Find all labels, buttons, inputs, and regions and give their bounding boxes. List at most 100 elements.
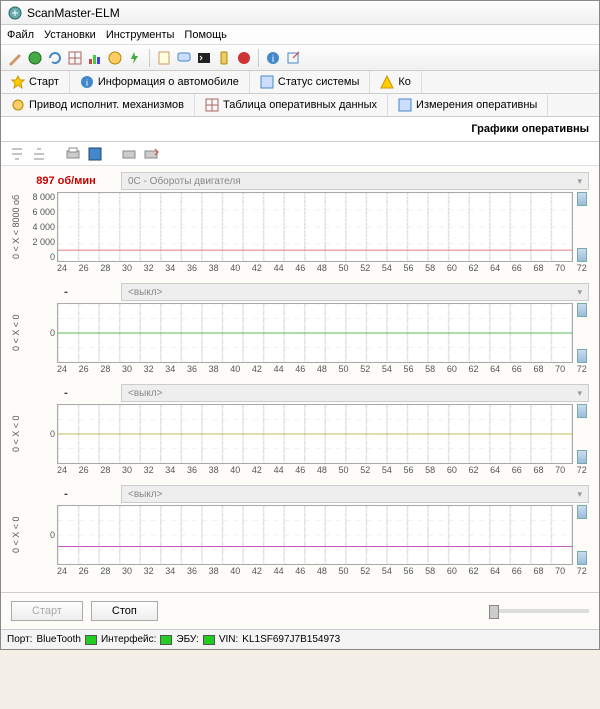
tab-start[interactable]: Старт [1,71,70,93]
gauge-icon[interactable] [107,50,123,66]
app-logo-icon [7,5,23,21]
chart-value: 897 об/мин [11,175,121,187]
menu-help[interactable]: Помощь [184,29,227,41]
tab-info[interactable]: iИнформация о автомобиле [70,71,250,93]
vin-value: KL1SF697J7B154973 [242,634,340,645]
chart-toolbar [1,142,599,166]
stop-button[interactable]: Стоп [91,601,158,621]
chart-xticks: 2426283032343638404244464850525456586062… [11,262,589,273]
time-slider[interactable] [489,609,589,613]
menubar: Файл Установки Инструменты Помощь [1,25,599,45]
info-small-icon: i [80,75,94,89]
star-icon [11,75,25,89]
scale-min-slider[interactable] [577,450,587,464]
statusbar: Порт: BlueTooth Интерфейс: ЭБУ: VIN: KL1… [1,629,599,649]
chart-plot [57,303,573,363]
info-icon[interactable]: i [265,50,281,66]
vin-label: VIN: [219,634,238,645]
svg-text:i: i [272,54,274,65]
device-icon[interactable] [216,50,232,66]
chart-2: -<выкл> 0 < X < 0024262830323436384042444… [11,384,589,475]
collapse-icon[interactable] [9,146,25,162]
chart-ylabel: 0 < X < 0 [11,404,25,464]
app-window: ScanMaster-ELM Файл Установки Инструмент… [0,0,600,650]
ecu-label: ЭБУ: [176,634,198,645]
warning-icon [380,75,394,89]
tab-table[interactable]: Таблица оперативных данных [195,94,388,116]
chart-yticks: 0 [25,303,57,363]
chart-1: -<выкл> 0 < X < 0024262830323436384042444… [11,283,589,374]
chart-ylabel: 0 < X < 8000 об [11,192,25,262]
tab-codes[interactable]: Ко [370,71,422,93]
start-button[interactable]: Старт [11,601,83,621]
chart-0: 897 об/мин0C - Обороты двигателя 0 < X < … [11,172,589,273]
chart-3: -<выкл> 0 < X < 0024262830323436384042444… [11,485,589,576]
refresh-icon[interactable] [47,50,63,66]
menu-tools[interactable]: Инструменты [106,29,175,41]
footer-controls: Старт Стоп [1,592,599,629]
chart-selector[interactable]: <выкл> [121,485,589,503]
svg-text:i: i [86,78,88,88]
chart-yticks: 0 [25,505,57,565]
scale-max-slider[interactable] [577,192,587,206]
chat-icon[interactable] [176,50,192,66]
page-title: Графики оперативны [1,117,599,142]
exit-icon[interactable] [285,50,301,66]
chart-plot [57,404,573,464]
titlebar: ScanMaster-ELM [1,1,599,25]
scale-max-slider[interactable] [577,505,587,519]
stop-icon[interactable] [236,50,252,66]
chart-icon[interactable] [87,50,103,66]
terminal-icon[interactable] [196,50,212,66]
chart-selector[interactable]: <выкл> [121,283,589,301]
chart-selector[interactable]: <выкл> [121,384,589,402]
tab-measure[interactable]: Измерения оперативны [388,94,548,116]
scale-min-slider[interactable] [577,551,587,565]
port-value: BlueTooth [36,634,80,645]
document-icon[interactable] [156,50,172,66]
measure-icon [398,98,412,112]
iface-led-icon [160,635,172,645]
chart-ylabel: 0 < X < 0 [11,505,25,565]
app-title: ScanMaster-ELM [27,6,120,20]
lightning-icon[interactable] [127,50,143,66]
charts-area: 897 об/мин0C - Обороты двигателя 0 < X < … [1,166,599,592]
port-label: Порт: [7,634,32,645]
chart-yticks: 0 [25,404,57,464]
save-icon[interactable] [87,146,103,162]
scale-max-slider[interactable] [577,404,587,418]
tab-row-2: Привод исполнит. механизмов Таблица опер… [1,94,599,117]
tab-actuators[interactable]: Привод исполнит. механизмов [1,94,195,116]
chart-value: - [11,488,121,500]
print-icon[interactable] [65,146,81,162]
grid-icon[interactable] [67,50,83,66]
export-icon[interactable] [143,146,159,162]
chart-ylabel: 0 < X < 0 [11,303,25,363]
status-icon [260,75,274,89]
chart-yticks: 8 0006 0004 0002 0000 [25,192,57,262]
chart-value: - [11,387,121,399]
chart-selector[interactable]: 0C - Обороты двигателя [121,172,589,190]
chart-xticks: 2426283032343638404244464850525456586062… [11,464,589,475]
scale-min-slider[interactable] [577,248,587,262]
tab-row-1: Старт iИнформация о автомобиле Статус си… [1,71,599,94]
scale-min-slider[interactable] [577,349,587,363]
ecu-led-icon [203,635,215,645]
menu-file[interactable]: Файл [7,29,34,41]
iface-label: Интерфейс: [101,634,156,645]
table-icon [205,98,219,112]
tab-status[interactable]: Статус системы [250,71,370,93]
expand-icon[interactable] [31,146,47,162]
wand-icon[interactable] [7,50,23,66]
main-toolbar: i [1,45,599,71]
chart-value: - [11,286,121,298]
gear-icon [11,98,25,112]
port-led-icon [85,635,97,645]
globe-icon[interactable] [27,50,43,66]
chart-xticks: 2426283032343638404244464850525456586062… [11,565,589,576]
print2-icon[interactable] [121,146,137,162]
menu-setup[interactable]: Установки [44,29,96,41]
chart-plot [57,505,573,565]
scale-max-slider[interactable] [577,303,587,317]
chart-xticks: 2426283032343638404244464850525456586062… [11,363,589,374]
